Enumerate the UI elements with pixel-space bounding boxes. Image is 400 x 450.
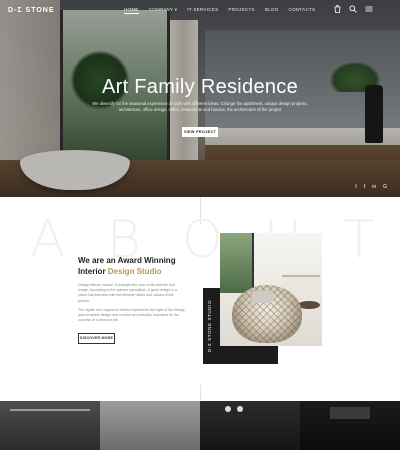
hero-title: Art Family Residence: [101, 76, 299, 98]
gallery-image-4[interactable]: [300, 401, 400, 450]
gallery-image-3[interactable]: [200, 401, 300, 450]
project-gallery: [0, 401, 400, 450]
bg-letter: A: [30, 210, 66, 270]
photo-window: [220, 233, 254, 293]
search-icon[interactable]: [349, 5, 357, 15]
bg-letter: T: [343, 210, 375, 270]
linkedin-icon[interactable]: in: [372, 184, 376, 190]
studio-vertical-label: D-Σ STONE STUDIO: [207, 299, 212, 353]
divider-line-bottom: [200, 385, 201, 401]
google-icon[interactable]: G: [383, 184, 387, 190]
menu-item-contacts[interactable]: CONTACTS: [289, 7, 316, 14]
discover-more-button[interactable]: DISCOVER MORE: [78, 333, 115, 344]
social-links: t f in G: [355, 184, 387, 190]
main-menu: HOME COMPANY ▾ IT SERVICES PROJECTS BLOG…: [124, 7, 315, 14]
hamburger-icon[interactable]: [365, 5, 373, 15]
about-heading-prefix: Interior: [78, 267, 108, 276]
twitter-icon[interactable]: t: [355, 184, 356, 190]
nav-icons: [334, 4, 373, 15]
gallery-image-2[interactable]: [100, 401, 200, 450]
photo-pillow: [252, 291, 274, 303]
menu-item-company[interactable]: COMPANY ▾: [149, 7, 178, 14]
about-paragraph-1: Design affects human. It changes the vie…: [78, 283, 177, 303]
gallery-image-1[interactable]: [0, 401, 100, 450]
hero-section: D-Σ STONE HOME COMPANY ▾ IT SERVICES PRO…: [0, 0, 400, 197]
menu-item-blog[interactable]: BLOG: [265, 7, 279, 14]
menu-item-it-services[interactable]: IT SERVICES: [187, 7, 218, 14]
about-heading-accent: Design Studio: [107, 267, 162, 276]
about-heading-line1: We are an Award Winning: [78, 256, 176, 265]
view-project-button[interactable]: VIEW PROJECT: [182, 127, 218, 137]
about-text: Design affects human. It changes the vie…: [78, 283, 186, 323]
top-nav: D-Σ STONE HOME COMPANY ▾ IT SERVICES PRO…: [0, 0, 400, 22]
hero-description: We diversify for the seasonal experience…: [92, 101, 308, 112]
facebook-icon[interactable]: f: [364, 184, 365, 190]
interior-photo: [220, 233, 322, 346]
menu-item-projects[interactable]: PROJECTS: [228, 7, 254, 14]
about-paragraph-2: The stylish and organized interior repre…: [78, 307, 185, 323]
menu-item-home[interactable]: HOME: [124, 7, 139, 14]
cart-icon[interactable]: [334, 4, 341, 15]
logo[interactable]: D-Σ STONE: [8, 7, 55, 14]
about-heading: We are an Award Winning Interior Design …: [78, 255, 218, 277]
